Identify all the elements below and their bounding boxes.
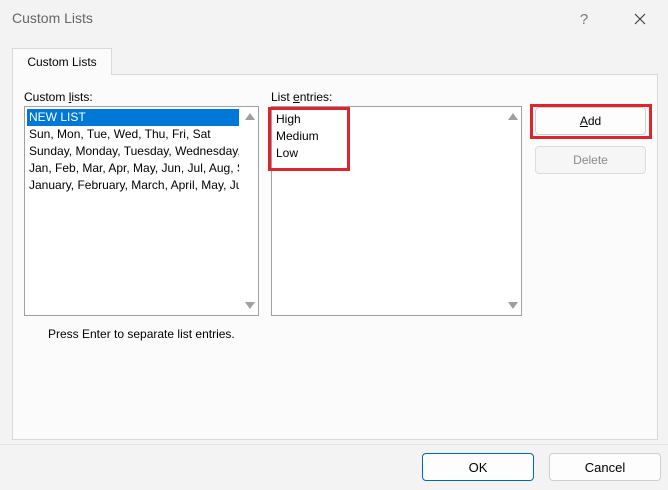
list-item[interactable]: January, February, March, April, May, Ju… bbox=[25, 177, 239, 194]
list-entries-textarea[interactable]: High Medium Low bbox=[271, 106, 522, 316]
list-entries-scrollbar[interactable] bbox=[504, 107, 521, 315]
cancel-button[interactable]: Cancel bbox=[549, 453, 661, 481]
list-item[interactable]: Jan, Feb, Mar, Apr, May, Jun, Jul, Aug, … bbox=[25, 160, 239, 177]
list-entry: Low bbox=[276, 146, 299, 160]
footer-divider bbox=[0, 444, 668, 445]
scroll-down-arrow-icon[interactable] bbox=[245, 302, 255, 309]
hint-text: Press Enter to separate list entries. bbox=[48, 327, 235, 341]
scroll-up-arrow-icon[interactable] bbox=[508, 113, 518, 120]
list-item[interactable]: Sunday, Monday, Tuesday, Wednesday, Thur… bbox=[25, 143, 239, 160]
custom-lists-label: Custom lists: bbox=[24, 90, 93, 104]
scroll-up-arrow-icon[interactable] bbox=[245, 113, 255, 120]
dialog-title: Custom Lists bbox=[12, 10, 93, 26]
scroll-down-arrow-icon[interactable] bbox=[508, 302, 518, 309]
tab-custom-lists[interactable]: Custom Lists bbox=[12, 48, 112, 75]
custom-lists-scrollbar[interactable] bbox=[241, 107, 258, 315]
list-item[interactable]: NEW LIST bbox=[27, 109, 239, 126]
tab-custom-lists-label: Custom Lists bbox=[27, 55, 97, 69]
ok-button[interactable]: OK bbox=[422, 453, 534, 481]
add-button[interactable]: Add bbox=[535, 107, 646, 135]
list-item[interactable]: Sun, Mon, Tue, Wed, Thu, Fri, Sat bbox=[25, 126, 239, 143]
list-entries-content: High Medium Low bbox=[276, 111, 319, 162]
close-button[interactable] bbox=[620, 4, 660, 34]
list-entries-label: List entries: bbox=[271, 90, 333, 104]
help-button[interactable]: ? bbox=[566, 4, 602, 34]
custom-lists-listbox[interactable]: NEW LIST Sun, Mon, Tue, Wed, Thu, Fri, S… bbox=[24, 106, 259, 316]
title-bar: Custom Lists ? bbox=[0, 0, 668, 38]
list-entry: Medium bbox=[276, 129, 319, 143]
custom-lists-items: NEW LIST Sun, Mon, Tue, Wed, Thu, Fri, S… bbox=[25, 107, 239, 194]
custom-lists-dialog: Custom Lists ? Custom Lists Custom lists… bbox=[0, 0, 668, 490]
close-icon bbox=[634, 13, 646, 25]
list-entry: High bbox=[276, 112, 301, 126]
delete-button[interactable]: Delete bbox=[535, 146, 646, 174]
